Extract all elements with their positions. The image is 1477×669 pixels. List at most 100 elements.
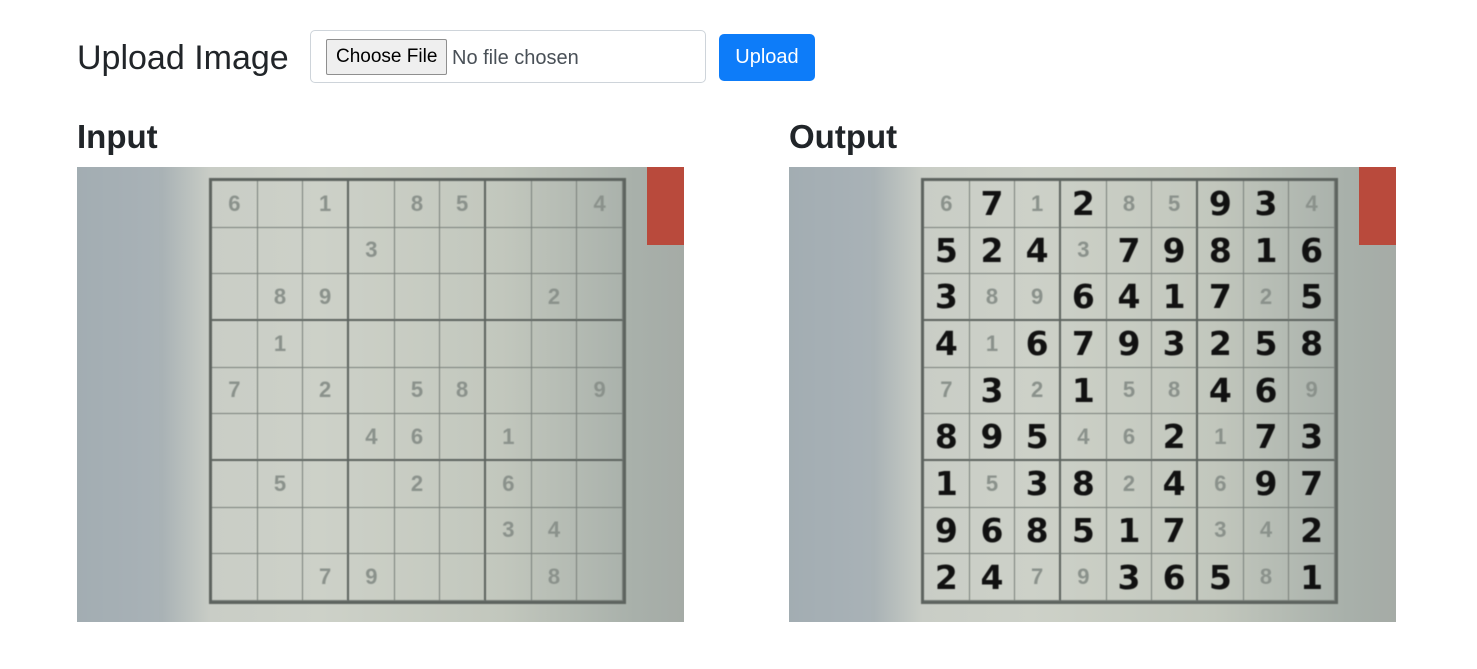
given-digit: 6	[502, 470, 515, 496]
sudoku-cell	[486, 321, 532, 368]
given-digit: 2	[410, 470, 424, 496]
file-input[interactable]: Choose File No file chosen	[310, 30, 706, 83]
sudoku-cell: 2	[531, 274, 578, 321]
sudoku-cell: 7	[969, 181, 1016, 228]
given-digit: 3	[502, 517, 515, 543]
sudoku-cell: 2	[969, 227, 1016, 275]
sudoku-cell: 2	[1243, 274, 1290, 321]
sudoku-cell: 9	[924, 507, 970, 555]
sudoku-cell: 6	[486, 461, 532, 508]
sudoku-cell	[349, 274, 395, 321]
sudoku-grid-input: 6 1 8 5 4 3 8 9 2 1 7 2 5 8 9 4 6 1 5 2 6 3 4 7 9 8	[209, 178, 626, 604]
given-digit: 6	[228, 190, 241, 216]
sudoku-cell: 8	[1198, 227, 1244, 275]
sudoku-cell: 2	[1152, 414, 1198, 461]
sudoku-cell	[212, 507, 258, 555]
solved-digit: 8	[1071, 464, 1095, 504]
sudoku-cell: 4	[577, 181, 623, 228]
given-digit: 2	[1122, 470, 1136, 496]
sudoku-cell: 8	[969, 274, 1016, 321]
given-digit: 2	[1259, 283, 1273, 309]
sudoku-cell: 1	[1289, 554, 1335, 601]
given-digit: 2	[319, 377, 332, 403]
sudoku-cell: 5	[969, 461, 1016, 508]
given-digit: 5	[273, 470, 287, 496]
solved-digit: 4	[1162, 464, 1186, 504]
solved-digit: 9	[934, 510, 958, 550]
upload-form: Upload Image Choose File No file chosen …	[77, 30, 815, 86]
sudoku-cell: 1	[303, 181, 349, 228]
sudoku-cell: 9	[1198, 181, 1244, 228]
solved-digit: 7	[1162, 510, 1186, 550]
sudoku-cell	[531, 321, 578, 368]
solved-digit: 8	[1300, 324, 1324, 364]
solved-digit: 3	[934, 277, 958, 317]
upload-button[interactable]: Upload	[719, 34, 815, 81]
sudoku-cell: 2	[394, 461, 441, 508]
solved-digit: 1	[934, 464, 958, 504]
given-digit: 5	[985, 470, 999, 496]
solved-digit: 5	[1071, 510, 1095, 550]
sudoku-cell	[303, 507, 349, 555]
given-digit: 2	[1031, 377, 1044, 403]
solved-digit: 7	[980, 184, 1004, 224]
solved-digit: 2	[1300, 510, 1324, 550]
given-digit: 3	[365, 237, 378, 263]
given-digit: 5	[456, 190, 469, 216]
sudoku-cell	[303, 321, 349, 368]
sudoku-cell: 4	[969, 554, 1016, 601]
sudoku-cell: 9	[577, 367, 623, 415]
solved-digit: 6	[1025, 324, 1049, 364]
sudoku-cell: 1	[969, 321, 1016, 368]
solved-digit: 6	[1162, 557, 1186, 597]
sudoku-cell: 8	[440, 367, 486, 415]
sudoku-cell	[394, 227, 441, 275]
solved-digit: 3	[1117, 557, 1141, 597]
solved-digit: 7	[1300, 464, 1324, 504]
sudoku-cell: 3	[486, 507, 532, 555]
sudoku-cell	[257, 227, 304, 275]
sudoku-cell: 4	[1243, 507, 1290, 555]
choose-file-button[interactable]: Choose File	[326, 39, 448, 75]
sudoku-cell: 1	[1061, 367, 1107, 415]
sudoku-cell: 1	[1243, 227, 1290, 275]
sudoku-cell: 2	[1198, 321, 1244, 368]
given-digit: 8	[410, 190, 424, 216]
sudoku-cell	[577, 274, 623, 321]
sudoku-cell: 1	[486, 414, 532, 461]
sudoku-cell: 5	[1015, 414, 1061, 461]
solved-digit: 8	[1208, 230, 1232, 270]
given-digit: 8	[1122, 190, 1136, 216]
solved-digit: 4	[934, 324, 958, 364]
solved-digit: 4	[1208, 370, 1232, 410]
sudoku-cell: 3	[924, 274, 970, 321]
sudoku-cell	[486, 367, 532, 415]
sudoku-cell	[212, 414, 258, 461]
sudoku-cell	[394, 274, 441, 321]
solved-digit: 6	[980, 510, 1004, 550]
sudoku-cell: 2	[1106, 461, 1153, 508]
sudoku-cell: 3	[349, 227, 395, 275]
given-digit: 8	[1168, 377, 1181, 403]
sudoku-cell: 6	[924, 181, 970, 228]
solved-digit: 6	[1254, 370, 1278, 410]
sudoku-cell	[303, 414, 349, 461]
solved-digit: 9	[980, 417, 1004, 457]
sudoku-cell: 3	[1289, 414, 1335, 461]
given-digit: 4	[1305, 190, 1318, 216]
sudoku-cell	[257, 414, 304, 461]
given-digit: 6	[1214, 470, 1227, 496]
sudoku-cell	[303, 227, 349, 275]
given-digit: 4	[547, 517, 561, 543]
given-digit: 9	[1305, 377, 1318, 403]
sudoku-cell	[440, 507, 486, 555]
sudoku-cell: 9	[969, 414, 1016, 461]
solved-digit: 7	[1071, 324, 1095, 364]
sudoku-cell	[440, 461, 486, 508]
solved-digit: 2	[980, 230, 1004, 270]
sudoku-cell: 6	[1289, 227, 1335, 275]
sudoku-cell: 7	[1243, 414, 1290, 461]
file-status-text: No file chosen	[452, 47, 579, 69]
solved-digit: 9	[1208, 184, 1232, 224]
sudoku-cell: 5	[394, 367, 441, 415]
